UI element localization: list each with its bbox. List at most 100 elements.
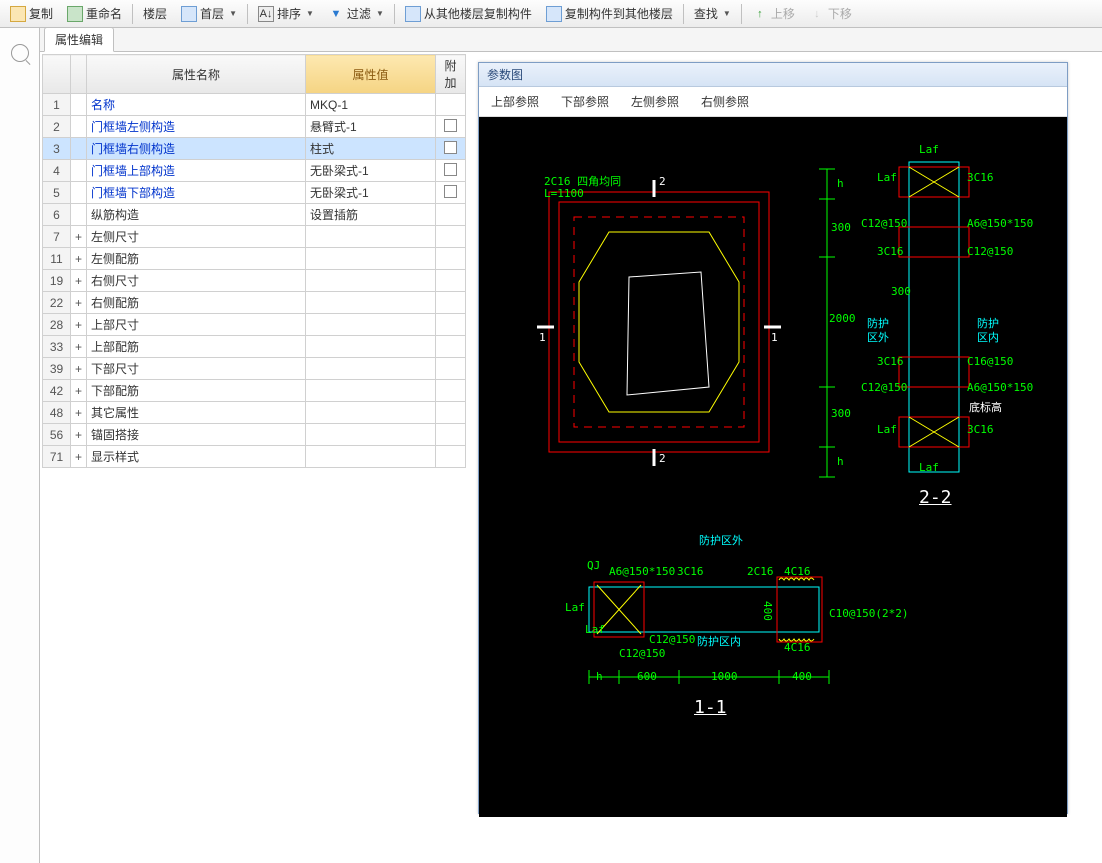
extra-checkbox-cell [436, 292, 466, 314]
side-strip [0, 28, 40, 863]
floor-label: 楼层 [137, 3, 173, 24]
property-name: 下部配筋 [87, 380, 306, 402]
cad-drawing[interactable]: 2C16 四角均同 L=1100 2 2 1 1 h 300 2000 300 … [479, 117, 1067, 817]
property-value[interactable] [306, 446, 436, 468]
diagram-tab-top[interactable]: 上部参照 [487, 91, 543, 112]
expand-toggle[interactable]: + [71, 248, 87, 270]
move-up-button[interactable]: ↑上移 [746, 3, 801, 24]
tab-property-edit[interactable]: 属性编辑 [44, 27, 114, 52]
expand-toggle[interactable]: + [71, 292, 87, 314]
expand-toggle [71, 116, 87, 138]
expand-toggle[interactable]: + [71, 226, 87, 248]
property-name: 左侧配筋 [87, 248, 306, 270]
row-number: 48 [43, 402, 71, 424]
property-value[interactable]: 悬臂式-1 [306, 116, 436, 138]
property-name: 右侧尺寸 [87, 270, 306, 292]
expand-toggle[interactable]: + [71, 270, 87, 292]
table-row[interactable]: 11+左侧配筋 [43, 248, 466, 270]
diagram-tab-left[interactable]: 左侧参照 [627, 91, 683, 112]
property-value[interactable]: 设置插筋 [306, 204, 436, 226]
table-row[interactable]: 39+下部尺寸 [43, 358, 466, 380]
extra-checkbox-cell[interactable] [436, 182, 466, 204]
property-value[interactable] [306, 402, 436, 424]
property-value[interactable] [306, 358, 436, 380]
property-name: 其它属性 [87, 402, 306, 424]
copy-icon [10, 6, 26, 22]
property-name: 上部尺寸 [87, 314, 306, 336]
table-row[interactable]: 1名称MKQ-1 [43, 94, 466, 116]
extra-checkbox-cell [436, 446, 466, 468]
rename-button[interactable]: 重命名 [61, 3, 128, 24]
table-row[interactable]: 28+上部尺寸 [43, 314, 466, 336]
property-name: 右侧配筋 [87, 292, 306, 314]
table-row[interactable]: 5门框墙下部构造无卧梁式-1 [43, 182, 466, 204]
expand-toggle[interactable]: + [71, 380, 87, 402]
property-value[interactable] [306, 248, 436, 270]
checkbox-icon[interactable] [444, 185, 457, 198]
property-value[interactable]: 柱式 [306, 138, 436, 160]
table-row[interactable]: 6纵筋构造设置插筋 [43, 204, 466, 226]
table-row[interactable]: 7+左侧尺寸 [43, 226, 466, 248]
property-name: 名称 [87, 94, 306, 116]
property-value[interactable] [306, 314, 436, 336]
extra-checkbox-cell[interactable] [436, 160, 466, 182]
expand-toggle[interactable]: + [71, 424, 87, 446]
table-row[interactable]: 4 门框墙上部构造无卧梁式-1 [43, 160, 466, 182]
table-row[interactable]: 22+右侧配筋 [43, 292, 466, 314]
property-name: 下部尺寸 [87, 358, 306, 380]
copy-button[interactable]: 复制 [4, 3, 59, 24]
row-number: 3 [43, 138, 71, 160]
property-value[interactable] [306, 336, 436, 358]
move-down-button[interactable]: ↓下移 [803, 3, 858, 24]
table-row[interactable]: 56+锚固搭接 [43, 424, 466, 446]
sort-button[interactable]: A↓排序▼ [252, 3, 320, 24]
extra-checkbox-cell [436, 226, 466, 248]
row-number: 56 [43, 424, 71, 446]
copy-from-floor-button[interactable]: 从其他楼层复制构件 [399, 3, 538, 24]
property-value[interactable]: 无卧梁式-1 [306, 160, 436, 182]
table-row[interactable]: 42+下部配筋 [43, 380, 466, 402]
row-number: 39 [43, 358, 71, 380]
expand-toggle[interactable]: + [71, 358, 87, 380]
property-value[interactable]: 无卧梁式-1 [306, 182, 436, 204]
expand-toggle[interactable]: + [71, 402, 87, 424]
property-value[interactable] [306, 226, 436, 248]
expand-toggle[interactable]: + [71, 336, 87, 358]
checkbox-icon[interactable] [444, 141, 457, 154]
property-value[interactable]: MKQ-1 [306, 94, 436, 116]
property-value[interactable] [306, 424, 436, 446]
checkbox-icon[interactable] [444, 119, 457, 132]
property-name: 门框墙上部构造 [87, 160, 306, 182]
property-value[interactable] [306, 270, 436, 292]
row-number: 5 [43, 182, 71, 204]
table-row[interactable]: 2门框墙左侧构造悬臂式-1 [43, 116, 466, 138]
row-number: 19 [43, 270, 71, 292]
parameter-diagram-panel: 参数图 上部参照 下部参照 左侧参照 右侧参照 [478, 62, 1068, 814]
table-row[interactable]: 71+显示样式 [43, 446, 466, 468]
row-number: 4 [43, 160, 71, 182]
checkbox-icon[interactable] [444, 163, 457, 176]
search-icon[interactable] [11, 44, 29, 62]
property-value[interactable] [306, 292, 436, 314]
table-row[interactable]: 3门框墙右侧构造柱式 [43, 138, 466, 160]
table-row[interactable]: 33+上部配筋 [43, 336, 466, 358]
floor-select[interactable]: 首层▼ [175, 3, 243, 24]
filter-button[interactable]: ▼过滤▼ [322, 3, 390, 24]
diagram-tab-right[interactable]: 右侧参照 [697, 91, 753, 112]
extra-checkbox-cell[interactable] [436, 116, 466, 138]
property-value[interactable] [306, 380, 436, 402]
property-name: 锚固搭接 [87, 424, 306, 446]
chevron-down-icon: ▼ [229, 9, 237, 18]
extra-checkbox-cell [436, 402, 466, 424]
expand-toggle[interactable]: + [71, 314, 87, 336]
expand-toggle [71, 94, 87, 116]
table-row[interactable]: 19+右侧尺寸 [43, 270, 466, 292]
extra-checkbox-cell [436, 380, 466, 402]
property-panel: 属性名称 属性值 附加 1名称MKQ-12门框墙左侧构造悬臂式-13门框墙右侧构… [40, 52, 468, 863]
extra-checkbox-cell[interactable] [436, 138, 466, 160]
table-row[interactable]: 48+其它属性 [43, 402, 466, 424]
find-button[interactable]: 查找▼ [688, 3, 737, 24]
expand-toggle[interactable]: + [71, 446, 87, 468]
copy-to-floor-button[interactable]: 复制构件到其他楼层 [540, 3, 679, 24]
diagram-tab-bottom[interactable]: 下部参照 [557, 91, 613, 112]
